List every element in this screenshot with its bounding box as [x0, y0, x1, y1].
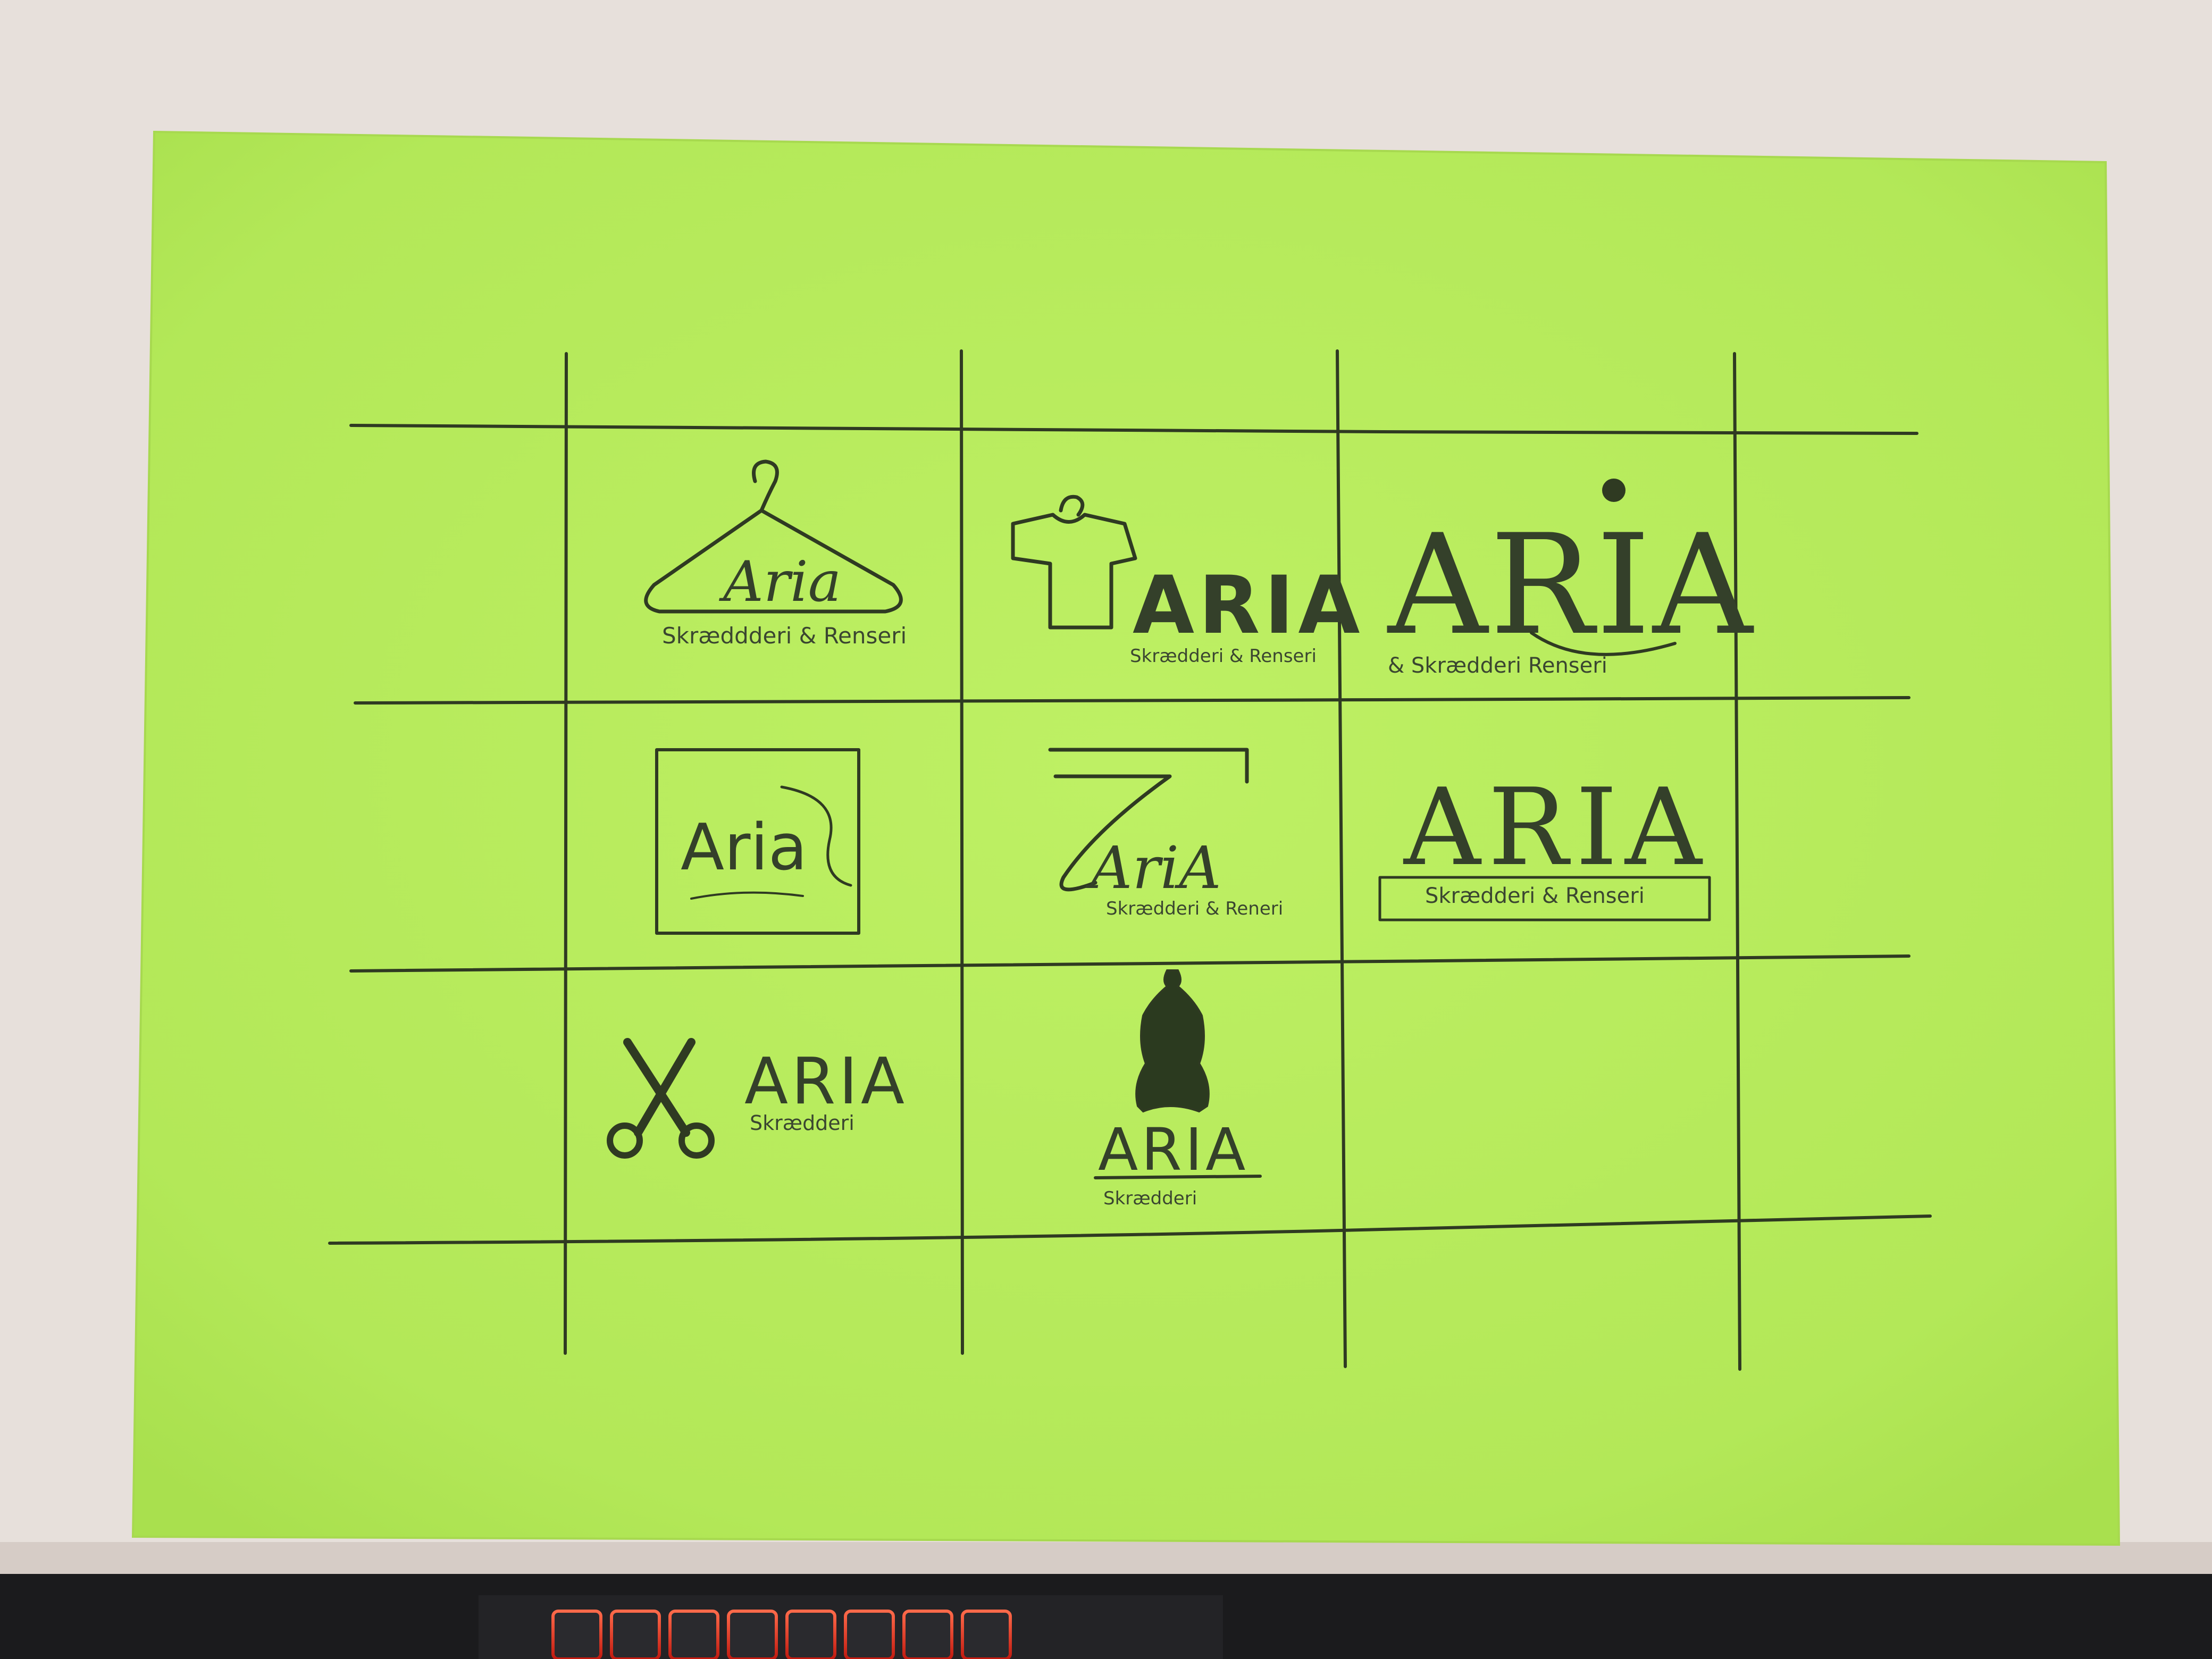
keyboard-key	[785, 1610, 836, 1659]
hanger-tagline: Skræddderi & Renseri	[662, 623, 907, 649]
seven-wordmark: AriA	[1085, 834, 1221, 902]
seven-tagline: Skrædderi & Reneri	[1106, 898, 1283, 919]
scissors-wordmark: ARIA	[744, 1045, 908, 1119]
hanger-wordmark: Aria	[719, 549, 841, 614]
keyboard-key	[902, 1610, 953, 1659]
keyboard-key	[727, 1610, 778, 1659]
keyboard	[0, 1574, 2212, 1659]
banner-wordmark: ARIA	[1403, 766, 1709, 890]
needle-wordmark: ARIA	[1386, 505, 1755, 666]
tshirt-wordmark: ARIA	[1133, 559, 1364, 652]
photo-scene: Aria Skræddderi & Renseri ARIA Skrædderi…	[0, 0, 2212, 1659]
scissors-tagline: Skrædderi	[750, 1111, 854, 1135]
keyboard-key	[844, 1610, 895, 1659]
framed-wordmark: Aria	[681, 811, 807, 885]
keyboard-key	[961, 1610, 1012, 1659]
keyboard-key	[668, 1610, 719, 1659]
mannequin-tagline: Skrædderi	[1103, 1188, 1197, 1209]
banner-tagline: Skrædderi & Renseri	[1425, 884, 1645, 908]
needle-icon	[1602, 479, 1626, 502]
needle-tagline: & Skrædderi Renseri	[1388, 653, 1607, 678]
mannequin-wordmark: ARIA	[1098, 1116, 1249, 1184]
sketch-needle-logo: ARIA & Skrædderi Renseri	[1386, 479, 1755, 678]
keyboard-key	[610, 1610, 661, 1659]
tshirt-tagline: Skrædderi & Renseri	[1130, 646, 1317, 667]
keyboard-key	[551, 1610, 602, 1659]
